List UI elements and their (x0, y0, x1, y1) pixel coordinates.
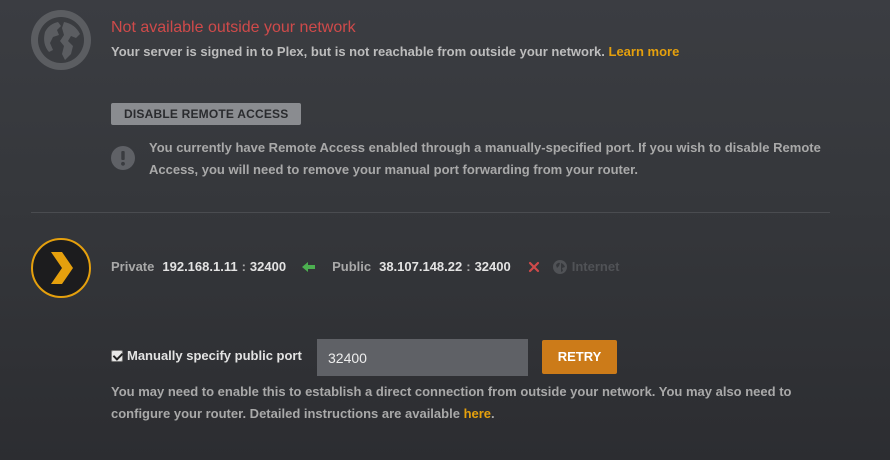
private-port: 32400 (249, 259, 287, 274)
help-text-end: . (491, 406, 495, 421)
disable-remote-access-button[interactable]: DISABLE REMOTE ACCESS (111, 103, 302, 125)
manual-port-label[interactable]: Manually specify public port (127, 348, 302, 363)
private-ip: 192.168.1.11 (162, 259, 238, 274)
status-title: Not available outside your network (111, 19, 356, 36)
public-separator: : (466, 259, 471, 274)
public-label: Public (332, 259, 372, 274)
connection-row: Private 192.168.1.11 : 32400 Public 38.1… (111, 259, 619, 274)
left-arrow-icon (302, 261, 316, 273)
learn-more-link[interactable]: Learn more (609, 44, 680, 59)
warning-text: You currently have Remote Access enabled… (149, 140, 821, 177)
public-port-input[interactable] (317, 339, 528, 376)
manual-port-checkbox-group: Manually specify public port (111, 348, 302, 363)
status-description-text: Your server is signed in to Plex, but is… (111, 44, 605, 59)
manual-port-checkbox[interactable] (111, 349, 123, 362)
help-text: You may need to enable this to establish… (111, 381, 831, 425)
divider (31, 212, 830, 213)
public-port: 32400 (474, 259, 511, 274)
internet-globe-icon (552, 259, 567, 274)
public-ip: 38.107.148.22 (379, 259, 463, 274)
plex-logo-icon (31, 238, 91, 298)
help-text-body: You may need to enable this to establish… (111, 384, 792, 421)
retry-button[interactable]: RETRY (542, 340, 617, 374)
private-label: Private (111, 259, 155, 274)
instructions-here-link[interactable]: here (464, 406, 491, 421)
x-icon (528, 261, 540, 273)
private-separator: : (241, 259, 246, 274)
status-description: Your server is signed in to Plex, but is… (111, 44, 679, 59)
globe-icon (31, 10, 91, 70)
internet-label: Internet (571, 259, 620, 274)
exclamation-icon (111, 146, 135, 170)
